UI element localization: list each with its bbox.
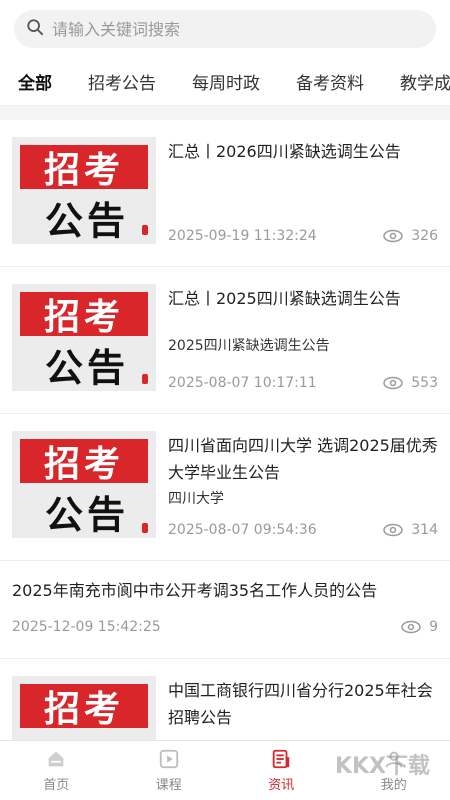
thumb-top-text: 招考 xyxy=(43,297,124,338)
item-date: 2025-08-07 09:54:36 xyxy=(168,522,317,538)
list-item[interactable]: 招考 公告 中国工商银行四川省分行2025年社会招聘公告 xyxy=(0,659,450,740)
thumb-top-text: 招考 xyxy=(43,689,124,730)
thumb-top-text: 招考 xyxy=(43,150,124,191)
tab-recruitment[interactable]: 招考公告 xyxy=(70,69,174,94)
watermark: KKX下载 xyxy=(334,754,430,779)
section-divider xyxy=(0,106,450,120)
eye-icon xyxy=(401,620,421,634)
search-box[interactable] xyxy=(14,10,436,48)
list-item[interactable]: 招考 公告 汇总丨2026四川紧缺选调生公告 2025-09-19 11:32:… xyxy=(0,120,450,267)
item-title: 四川省面向四川大学 选调2025届优秀大学毕业生公告 xyxy=(168,436,438,482)
view-count: 9 xyxy=(401,619,438,635)
category-tabs: 全部 招考公告 每周时政 备考资料 教学成 xyxy=(0,58,450,106)
list-item[interactable]: 招考 公告 四川省面向四川大学 选调2025届优秀大学毕业生公告 四川大学 20… xyxy=(0,414,450,561)
play-icon xyxy=(159,749,178,769)
search-bar xyxy=(0,0,450,58)
thumbnail: 招考 公告 xyxy=(12,137,156,244)
item-subtitle: 四川大学 xyxy=(168,491,224,507)
thumb-bottom-text: 公告 xyxy=(44,345,129,390)
search-icon xyxy=(26,18,44,40)
thumbnail: 招考 公告 xyxy=(12,431,156,538)
list-item[interactable]: 2025年南充市阆中市公开考调35名工作人员的公告 2025-12-09 15:… xyxy=(0,561,450,659)
nav-courses[interactable]: 课程 xyxy=(113,741,226,800)
item-title: 汇总丨2026四川紧缺选调生公告 xyxy=(168,142,401,161)
tab-weekly-politics[interactable]: 每周时政 xyxy=(174,69,278,94)
thumb-bottom-text: 公告 xyxy=(44,198,129,243)
decor-mark xyxy=(142,523,148,533)
news-icon xyxy=(273,749,290,769)
decor-mark xyxy=(142,225,148,235)
home-icon xyxy=(48,751,64,767)
search-input[interactable] xyxy=(52,19,412,39)
thumbnail: 招考 公告 xyxy=(12,284,156,391)
item-date: 2025-09-19 11:32:24 xyxy=(168,228,317,244)
list-item[interactable]: 招考 公告 汇总丨2025四川紧缺选调生公告 2025四川紧缺选调生公告 202… xyxy=(0,267,450,414)
tab-materials[interactable]: 备考资料 xyxy=(278,69,382,94)
item-date: 2025-12-09 15:42:25 xyxy=(12,619,161,635)
thumb-top-text: 招考 xyxy=(43,444,124,485)
item-title: 2025年南充市阆中市公开考调35名工作人员的公告 xyxy=(12,581,378,600)
thumb-bottom-text: 公告 xyxy=(44,492,129,537)
eye-icon xyxy=(383,376,404,390)
thumbnail: 招考 公告 xyxy=(12,676,156,740)
tab-all[interactable]: 全部 xyxy=(0,69,70,94)
nav-news[interactable]: 资讯 xyxy=(225,741,338,800)
news-list: 招考 公告 汇总丨2026四川紧缺选调生公告 2025-09-19 11:32:… xyxy=(0,120,450,740)
nav-home[interactable]: 首页 xyxy=(0,741,113,800)
item-title: 中国工商银行四川省分行2025年社会招聘公告 xyxy=(168,681,433,727)
view-count: 314 xyxy=(383,522,438,538)
eye-icon xyxy=(383,229,404,243)
view-count: 326 xyxy=(383,228,438,244)
item-date: 2025-08-07 10:17:11 xyxy=(168,375,317,391)
item-subtitle: 2025四川紧缺选调生公告 xyxy=(168,338,330,354)
view-count: 553 xyxy=(383,375,438,391)
tab-teaching[interactable]: 教学成 xyxy=(382,69,450,94)
item-title: 汇总丨2025四川紧缺选调生公告 xyxy=(168,289,401,308)
decor-mark xyxy=(142,374,148,384)
thumb-bottom-text: 公告 xyxy=(45,729,129,741)
eye-icon xyxy=(383,523,404,537)
